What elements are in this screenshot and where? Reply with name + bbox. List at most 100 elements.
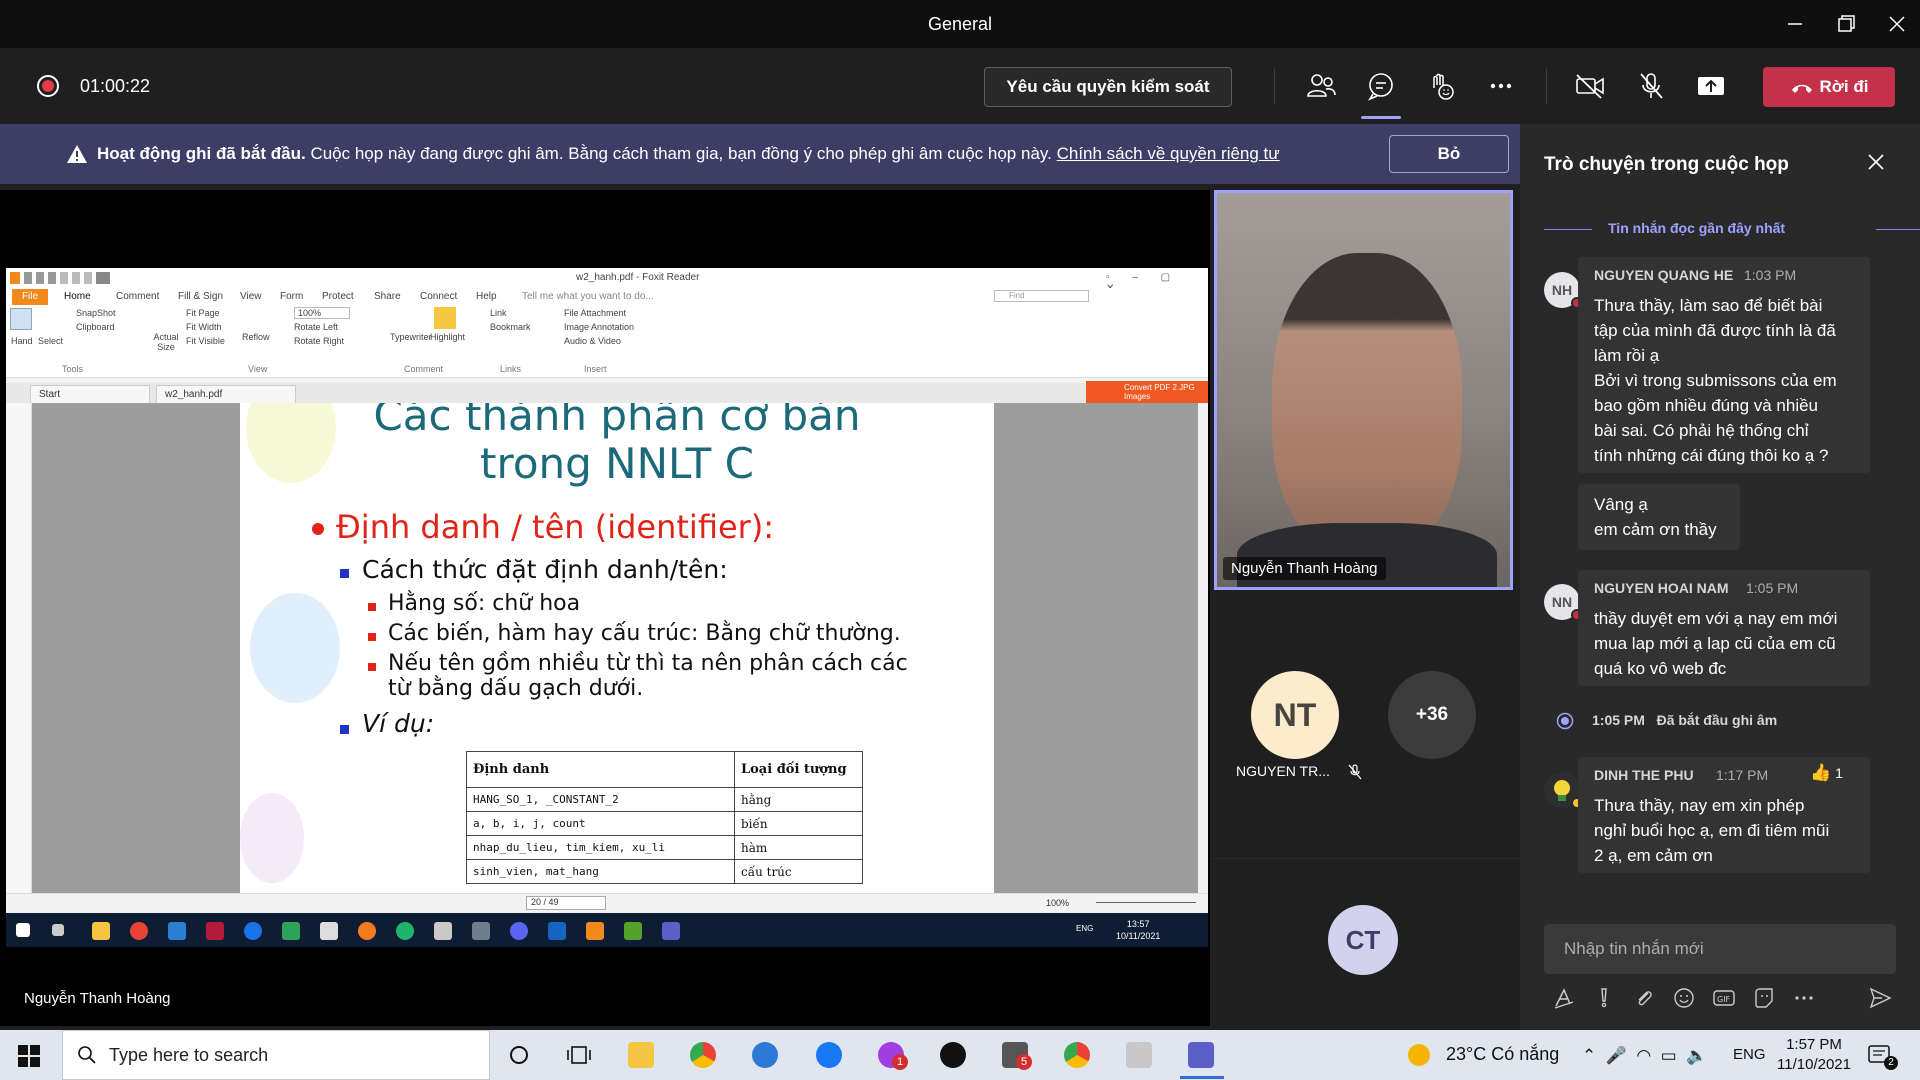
foxit-menu-connect[interactable]: Connect	[420, 291, 457, 302]
reaction-badge[interactable]: 👍 1	[1810, 763, 1843, 783]
file-attachment-tool[interactable]: File Attachment	[564, 308, 626, 318]
image-annotation-tool[interactable]: Image Annotation	[564, 322, 634, 332]
snapshot-tool[interactable]: SnapShot	[76, 308, 116, 318]
tab-start[interactable]: Start	[30, 385, 150, 403]
bookmark-tool[interactable]: Bookmark	[490, 322, 531, 332]
foxit-scrollbar[interactable]	[1198, 403, 1208, 893]
foxit-find-input[interactable]: Find	[994, 290, 1089, 302]
select-tool-label[interactable]: Select	[38, 336, 63, 346]
avatar[interactable]: NT	[1251, 671, 1339, 759]
zoom-select[interactable]: 100%	[294, 307, 350, 319]
attach-icon[interactable]	[1632, 986, 1656, 1010]
avatar[interactable]: NH	[1544, 272, 1583, 309]
sticker-icon[interactable]	[1752, 986, 1776, 1010]
send-icon[interactable]	[1868, 986, 1892, 1010]
task-view-icon[interactable]	[566, 1042, 592, 1068]
tab-document[interactable]: w2_hanh.pdf	[156, 385, 296, 403]
messenger-icon[interactable]: 1	[878, 1042, 908, 1070]
foxit-menu-form[interactable]: Form	[280, 291, 303, 302]
close-window-button[interactable]	[1881, 10, 1911, 38]
reflow-tool[interactable]: Reflow	[242, 332, 270, 342]
request-control-button[interactable]: Yêu cầu quyền kiểm soát	[984, 67, 1232, 107]
more-participants-button[interactable]: +36	[1388, 671, 1476, 759]
camera-off-icon[interactable]	[1573, 70, 1607, 102]
tray-icons[interactable]: ⌃ 🎤 ◠ ▭ 🔈	[1582, 1046, 1707, 1066]
participant-video[interactable]: Nguyễn Thanh Hoàng	[1214, 190, 1513, 590]
actual-size-tool[interactable]: Actual Size	[151, 332, 181, 352]
taskbar-search[interactable]: Type here to search	[62, 1030, 490, 1080]
chevron-up-icon[interactable]: ⌃	[1582, 1046, 1596, 1065]
hand-tool-icon[interactable]	[10, 308, 32, 330]
fit-width-tool[interactable]: Fit Width	[186, 322, 222, 332]
taskbar-clock[interactable]: 1:57 PM 11/10/2021	[1774, 1035, 1854, 1075]
message-line: nghỉ buổi học ạ, em đi tiêm mũi	[1594, 821, 1830, 840]
highlight-tool[interactable]: Highlight	[430, 332, 465, 342]
zoom-slider[interactable]	[1096, 902, 1196, 903]
foxit-menu-fill-sign[interactable]: Fill & Sign	[178, 291, 223, 302]
battery-icon[interactable]: ▭	[1661, 1046, 1677, 1065]
chat-message[interactable]: NGUYEN QUANG HE 1:03 PM Thưa thầy, làm s…	[1578, 257, 1870, 473]
tiktok-icon[interactable]	[940, 1042, 966, 1068]
foxit-menu-view[interactable]: View	[240, 291, 262, 302]
close-chat-icon[interactable]	[1866, 152, 1886, 172]
emoji-icon[interactable]	[1672, 986, 1696, 1010]
page-indicator[interactable]: 20 / 49	[526, 896, 606, 910]
language-indicator[interactable]: ENG	[1733, 1046, 1766, 1063]
chat-message[interactable]: Vâng ạ em cảm ơn thầy	[1578, 484, 1740, 550]
dismiss-banner-button[interactable]: Bỏ	[1389, 135, 1509, 173]
rotate-left-tool[interactable]: Rotate Left	[294, 322, 338, 332]
app-icon[interactable]: 5	[1002, 1042, 1032, 1070]
app-icon[interactable]	[1126, 1042, 1152, 1068]
avatar[interactable]	[1544, 772, 1583, 809]
avatar[interactable]: CT	[1328, 905, 1398, 975]
audio-video-tool[interactable]: Audio & Video	[564, 336, 621, 346]
message-compose-box[interactable]: Nhập tin nhắn mới	[1544, 924, 1896, 974]
chrome-icon[interactable]	[690, 1042, 716, 1068]
foxit-tell-me[interactable]: Tell me what you want to do...	[522, 291, 654, 302]
cortana-icon[interactable]	[506, 1042, 532, 1068]
mic-icon[interactable]: 🎤	[1606, 1046, 1627, 1065]
chat-icon[interactable]	[1364, 70, 1398, 102]
link-tool[interactable]: Link	[490, 308, 507, 318]
convert-ad-banner[interactable]: Convert PDF 2 JPG Images	[1086, 381, 1208, 403]
more-options-icon[interactable]	[1484, 70, 1518, 102]
highlight-icon[interactable]	[434, 307, 456, 329]
foxit-menu-help[interactable]: Help	[476, 291, 497, 302]
important-icon[interactable]	[1592, 986, 1616, 1010]
chrome-icon[interactable]	[1064, 1042, 1090, 1068]
rotate-right-tool[interactable]: Rotate Right	[294, 336, 344, 346]
minimize-button[interactable]	[1779, 10, 1809, 38]
foxit-file-menu[interactable]: File	[12, 289, 48, 305]
foxit-menu-protect[interactable]: Protect	[322, 291, 354, 302]
message-line: bao gồm nhiều đúng và nhiều	[1594, 396, 1819, 415]
foxit-menu-home[interactable]: Home	[64, 291, 91, 302]
foxit-menu-comment[interactable]: Comment	[116, 291, 159, 302]
teams-icon[interactable]	[1188, 1042, 1214, 1068]
app-icon[interactable]	[752, 1042, 778, 1068]
leave-button[interactable]: Rời đi	[1763, 67, 1895, 107]
more-compose-options-icon[interactable]	[1792, 986, 1816, 1010]
volume-icon[interactable]: 🔈	[1686, 1046, 1707, 1065]
typewriter-tool[interactable]: Typewriter	[390, 332, 432, 342]
notification-icon[interactable]: 2	[1868, 1044, 1898, 1070]
windows-start-button[interactable]	[18, 1045, 40, 1067]
restore-button[interactable]	[1830, 10, 1860, 38]
participants-icon[interactable]	[1304, 70, 1338, 102]
share-screen-icon[interactable]	[1694, 70, 1728, 102]
chat-message[interactable]: DINH THE PHU 1:17 PM 👍 1 Thưa thầy, nay …	[1578, 757, 1870, 873]
fit-visible-tool[interactable]: Fit Visible	[186, 336, 225, 346]
facebook-icon[interactable]	[816, 1042, 842, 1068]
avatar[interactable]: NN	[1544, 584, 1583, 621]
clipboard-tool[interactable]: Clipboard	[76, 322, 115, 332]
foxit-menu-share[interactable]: Share	[374, 291, 401, 302]
mic-off-icon[interactable]	[1634, 70, 1668, 102]
gif-icon[interactable]: GIF	[1712, 986, 1736, 1010]
privacy-policy-link[interactable]: Chính sách về quyền riêng tư	[1057, 144, 1280, 163]
weather-text[interactable]: 23°C Có nắng	[1446, 1044, 1559, 1065]
chat-message[interactable]: NGUYEN HOAI NAM 1:05 PM thầy duyệt em vớ…	[1578, 570, 1870, 686]
fit-page-tool[interactable]: Fit Page	[186, 308, 220, 318]
file-explorer-icon[interactable]	[628, 1042, 654, 1068]
reactions-icon[interactable]	[1424, 70, 1458, 102]
network-icon[interactable]: ◠	[1636, 1046, 1651, 1065]
format-icon[interactable]	[1552, 986, 1576, 1010]
